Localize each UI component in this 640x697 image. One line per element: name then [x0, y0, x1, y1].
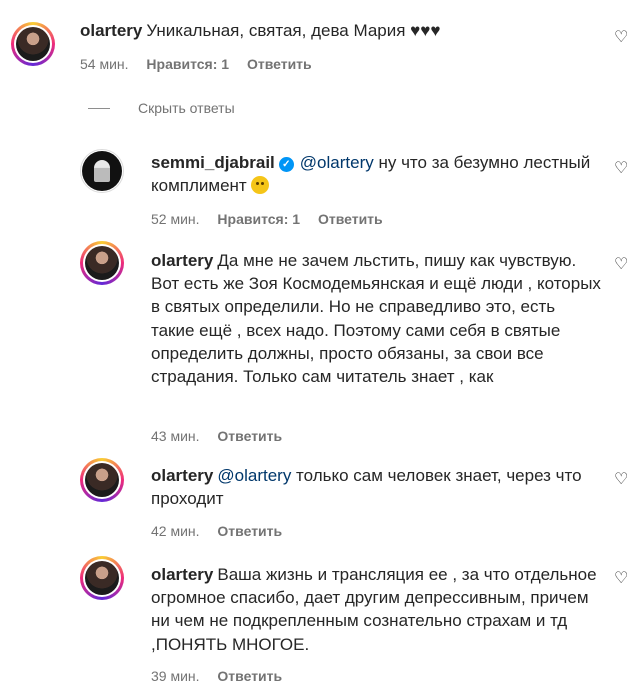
comment-username[interactable]: olartery — [80, 21, 142, 40]
avatar[interactable] — [11, 22, 55, 66]
reply-button[interactable]: Ответить — [217, 428, 282, 444]
hide-replies-label: Скрыть ответы — [138, 100, 235, 116]
heart-icon[interactable]: ♡ — [614, 571, 628, 587]
heart-icon[interactable]: ♡ — [614, 257, 628, 273]
reply-button[interactable]: Ответить — [217, 668, 282, 684]
reply-button[interactable]: Ответить — [247, 56, 312, 72]
reply-button[interactable]: Ответить — [217, 523, 282, 539]
hide-replies-button[interactable]: Скрыть ответы — [88, 100, 235, 116]
avatar[interactable] — [80, 149, 124, 193]
verified-badge-icon: ✓ — [278, 157, 294, 172]
comment-time: 54 мин. — [80, 56, 129, 72]
comment-time: 43 мин. — [151, 428, 200, 444]
likes-count[interactable]: Нравится: 1 — [146, 56, 229, 72]
comment-text: olartery @olartery только сам человек зна… — [151, 464, 601, 510]
comment-text: olartery Уникальная, святая, дева Мария ♥… — [80, 19, 590, 42]
comment-meta: 43 мин. Ответить — [151, 428, 296, 444]
comment-time: 42 мин. — [151, 523, 200, 539]
comment-meta: 54 мин. Нравится: 1 Ответить — [80, 56, 326, 72]
heart-icon[interactable]: ♡ — [614, 30, 628, 46]
avatar[interactable] — [80, 556, 124, 600]
comment-meta: 42 мин. Ответить — [151, 523, 296, 539]
comment-meta: 39 мин. Ответить — [151, 668, 296, 684]
comment-body: Да мне не зачем льстить, пишу как чувств… — [151, 251, 601, 387]
smiley-emoji-icon — [251, 176, 270, 195]
comment-username[interactable]: olartery — [151, 565, 213, 584]
comment-meta: 52 мин. Нравится: 1 Ответить — [151, 211, 397, 227]
comment-text: semmi_djabrail ✓ @olartery ну что за безум… — [151, 151, 591, 197]
comment-text: olartery Да мне не зачем льстить, пишу ка… — [151, 249, 601, 388]
comment-body: только сам человек знает, через что прох… — [151, 466, 582, 509]
comment-text: olartery Ваша жизнь и трансляция ее , за … — [151, 563, 601, 656]
comment-username[interactable]: olartery — [151, 466, 213, 485]
heart-icon[interactable]: ♡ — [614, 472, 628, 488]
comment-time: 52 мин. — [151, 211, 200, 227]
comment-body: Ваша жизнь и трансляция ее , за что отде… — [151, 565, 597, 654]
avatar[interactable] — [80, 458, 124, 502]
mention-link[interactable]: @olartery — [300, 153, 374, 172]
avatar[interactable] — [80, 241, 124, 285]
comment-time: 39 мин. — [151, 668, 200, 684]
divider-line — [88, 107, 110, 109]
comment-username[interactable]: olartery — [151, 251, 213, 270]
likes-count[interactable]: Нравится: 1 — [217, 211, 300, 227]
comment-body: Уникальная, святая, дева Мария ♥♥♥ — [146, 21, 441, 40]
heart-icon[interactable]: ♡ — [614, 161, 628, 177]
reply-button[interactable]: Ответить — [318, 211, 383, 227]
comment-username[interactable]: semmi_djabrail — [151, 153, 275, 172]
mention-link[interactable]: @olartery — [217, 466, 291, 485]
